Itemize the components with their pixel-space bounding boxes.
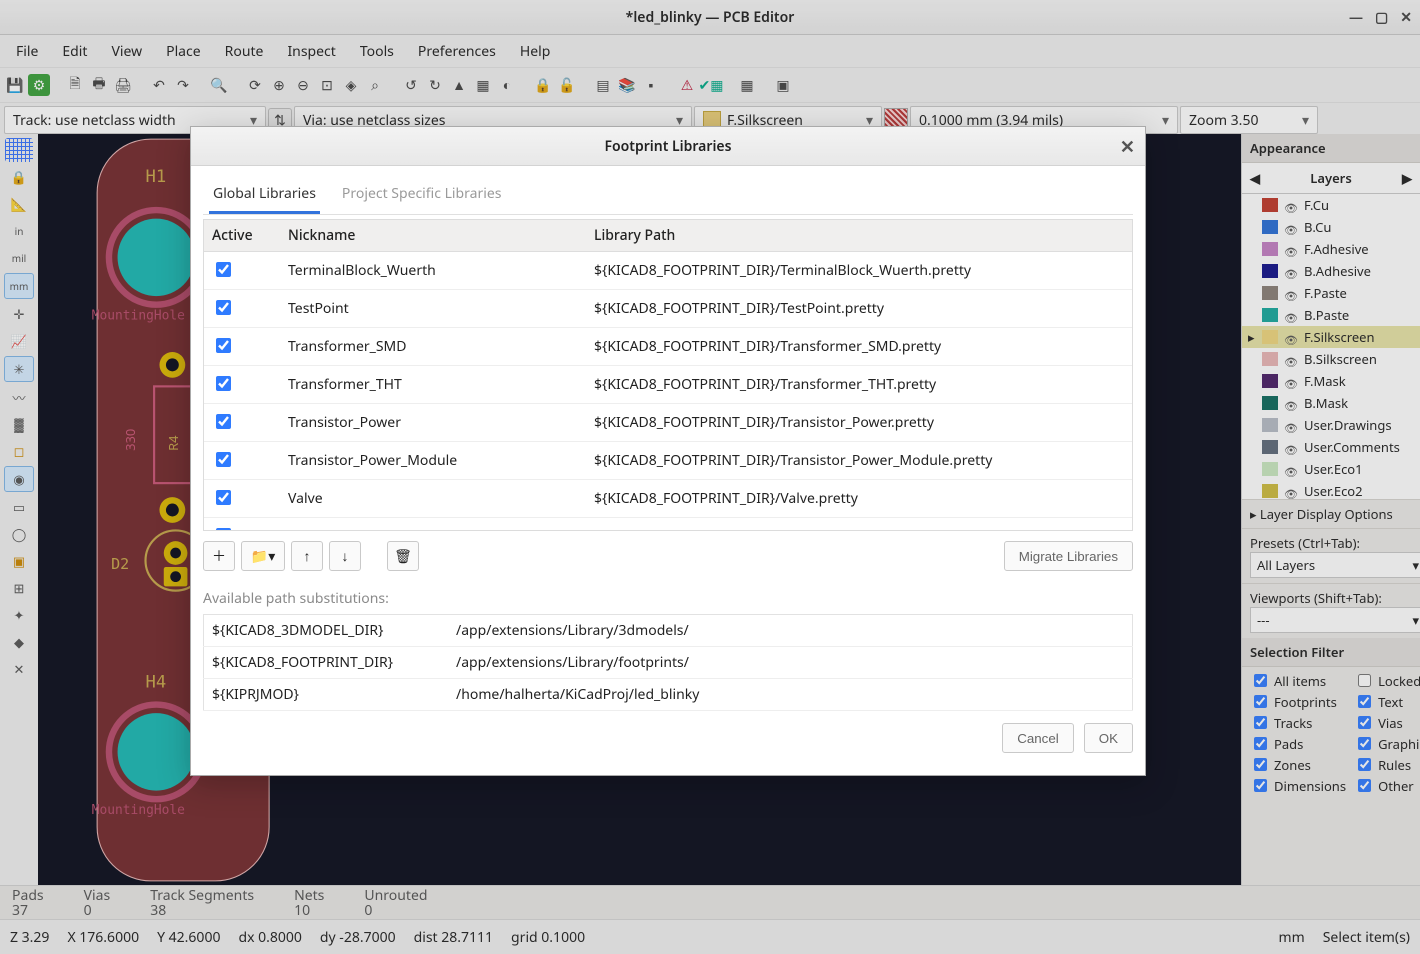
active-checkbox[interactable]	[216, 338, 231, 353]
move-down-button[interactable]: ↓	[329, 541, 361, 571]
table-row[interactable]: TestPoint${KICAD8_FOOTPRINT_DIR}/TestPoi…	[204, 290, 1132, 328]
table-row[interactable]: Transformer_SMD${KICAD8_FOOTPRINT_DIR}/T…	[204, 328, 1132, 366]
table-row: ${KIPRJMOD}/home/halherta/KiCadProj/led_…	[204, 679, 1133, 711]
tab-project-specific-libraries[interactable]: Project Specific Libraries	[338, 176, 506, 214]
ok-button[interactable]: OK	[1084, 723, 1133, 753]
active-checkbox[interactable]	[216, 262, 231, 277]
move-up-button[interactable]: ↑	[291, 541, 323, 571]
close-icon[interactable]: ✕	[1120, 135, 1135, 159]
active-checkbox[interactable]	[216, 376, 231, 391]
add-folder-button[interactable]: 📁▾	[241, 541, 285, 571]
active-checkbox[interactable]	[216, 490, 231, 505]
table-row[interactable]: Varistor${KICAD8_FOOTPRINT_DIR}/Varistor…	[204, 518, 1132, 532]
dialog-title: Footprint Libraries	[604, 137, 731, 156]
tab-global-libraries[interactable]: Global Libraries	[209, 176, 320, 214]
table-row[interactable]: Transistor_Power_Module${KICAD8_FOOTPRIN…	[204, 442, 1132, 480]
libraries-table[interactable]: Active Nickname Library Path TerminalBlo…	[204, 220, 1132, 531]
table-row[interactable]: TerminalBlock_Wuerth${KICAD8_FOOTPRINT_D…	[204, 252, 1132, 290]
active-checkbox[interactable]	[216, 452, 231, 467]
delete-library-button[interactable]: 🗑	[387, 541, 419, 571]
path-substitutions-table: ${KICAD8_3DMODEL_DIR}/app/extensions/Lib…	[203, 614, 1133, 711]
footprint-libraries-dialog: Footprint Libraries ✕ Global Libraries P…	[190, 126, 1146, 776]
add-library-button[interactable]: ＋	[203, 541, 235, 571]
active-checkbox[interactable]	[216, 528, 231, 531]
table-row[interactable]: Transformer_THT${KICAD8_FOOTPRINT_DIR}/T…	[204, 366, 1132, 404]
table-row[interactable]: Valve${KICAD8_FOOTPRINT_DIR}/Valve.prett…	[204, 480, 1132, 518]
table-row[interactable]: Transistor_Power${KICAD8_FOOTPRINT_DIR}/…	[204, 404, 1132, 442]
path-substitutions-label: Available path substitutions:	[203, 589, 1133, 608]
active-checkbox[interactable]	[216, 300, 231, 315]
cancel-button[interactable]: Cancel	[1002, 723, 1074, 753]
migrate-libraries-button[interactable]: Migrate Libraries	[1004, 541, 1133, 571]
table-row: ${KICAD8_3DMODEL_DIR}/app/extensions/Lib…	[204, 615, 1133, 647]
table-row: ${KICAD8_FOOTPRINT_DIR}/app/extensions/L…	[204, 647, 1133, 679]
active-checkbox[interactable]	[216, 414, 231, 429]
